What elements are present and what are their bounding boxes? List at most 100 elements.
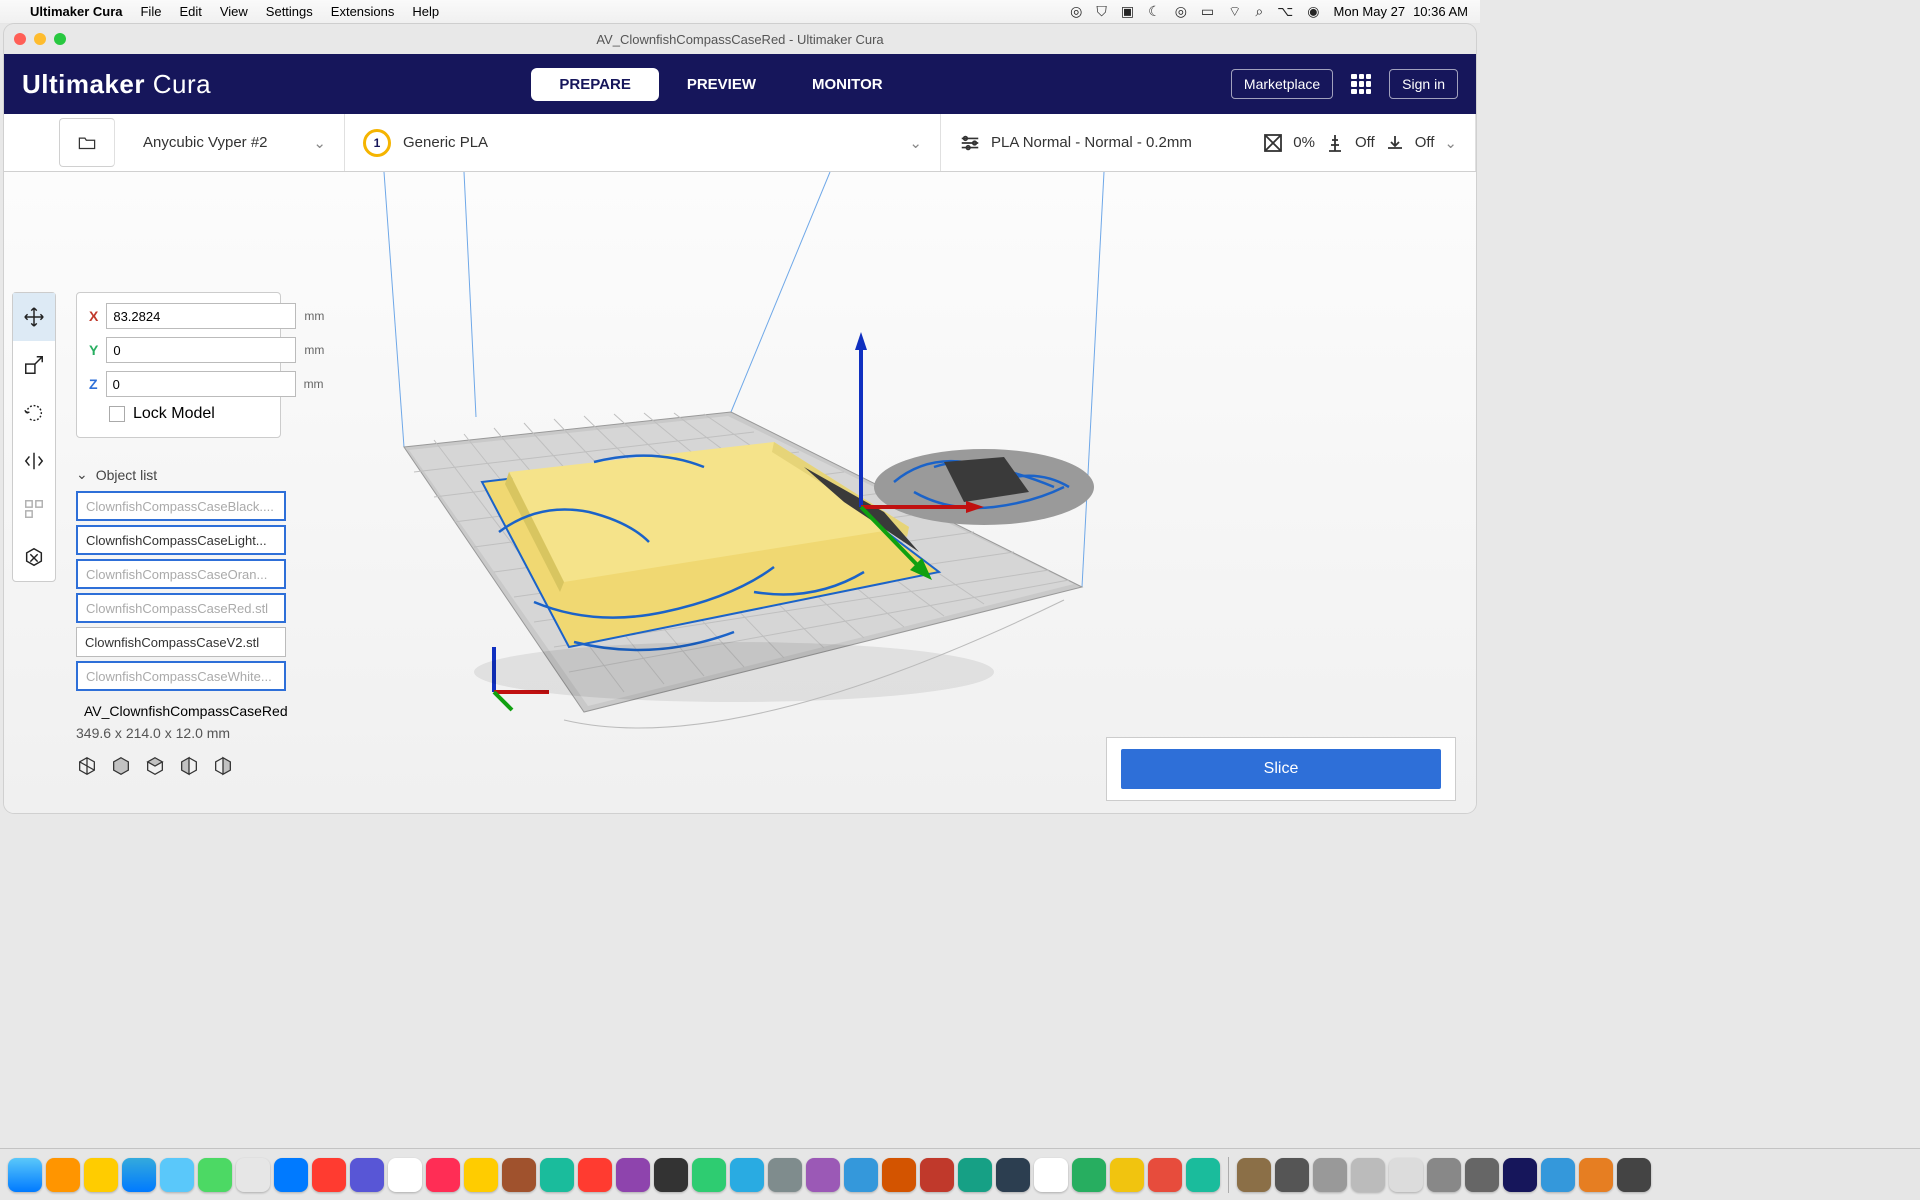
dock-app[interactable] [46,1158,80,1192]
position-x-input[interactable] [106,303,296,329]
menubar-icon-control[interactable]: ⌥ [1277,3,1293,20]
marketplace-button[interactable]: Marketplace [1231,69,1333,99]
lock-model-checkbox[interactable] [109,406,125,422]
dock-app[interactable] [1110,1158,1144,1192]
macos-dock [0,1148,1920,1200]
tool-move[interactable] [13,293,55,341]
menubar-icon-airdrop[interactable]: ◎ [1175,3,1187,20]
dock-app[interactable] [806,1158,840,1192]
tab-prepare[interactable]: PREPARE [531,68,658,101]
object-list-item[interactable]: ClownfishCompassCaseWhite... [76,661,286,691]
window-minimize-button[interactable] [34,33,46,45]
dock-app[interactable] [692,1158,726,1192]
dock-app[interactable] [1541,1158,1575,1192]
dock-app[interactable] [1465,1158,1499,1192]
dock-messages[interactable] [198,1158,232,1192]
menubar-icon-siri[interactable]: ◉ [1307,3,1319,20]
view-right-icon[interactable] [212,755,234,777]
dock-app[interactable] [844,1158,878,1192]
dock-folder[interactable] [1237,1158,1271,1192]
dock-app[interactable] [1186,1158,1220,1192]
dock-trash[interactable] [1617,1158,1651,1192]
menu-settings[interactable]: Settings [266,4,313,19]
window-maximize-button[interactable] [54,33,66,45]
axis-y-label: Y [89,342,98,358]
object-list-item[interactable]: ClownfishCompassCaseRed.stl [76,593,286,623]
tool-rotate[interactable] [13,389,55,437]
menubar-icon-shield[interactable]: ⛉ [1096,3,1107,20]
dock-app[interactable] [350,1158,384,1192]
object-list-header[interactable]: ⌄ Object list [76,466,286,483]
dock-app[interactable] [540,1158,574,1192]
object-list-item[interactable]: ClownfishCompassCaseOran... [76,559,286,589]
object-list-item[interactable]: ClownfishCompassCaseBlack.... [76,491,286,521]
dock-app[interactable] [1148,1158,1182,1192]
menubar-date[interactable]: Mon May 27 [1334,4,1406,19]
menu-extensions[interactable]: Extensions [331,4,395,19]
dock-app[interactable] [958,1158,992,1192]
position-y-input[interactable] [106,337,296,363]
object-list-item[interactable]: ClownfishCompassCaseV2.stl [76,627,286,657]
dock-calendar[interactable] [388,1158,422,1192]
menubar-icon-1[interactable]: ◎ [1070,3,1082,20]
menubar-appname[interactable]: Ultimaker Cura [30,4,122,19]
dock-app[interactable] [882,1158,916,1192]
position-z-input[interactable] [106,371,296,397]
dock-podcasts[interactable] [616,1158,650,1192]
dock-app[interactable] [464,1158,498,1192]
slice-panel: Slice [1106,737,1456,801]
dock-app[interactable] [654,1158,688,1192]
tab-preview[interactable]: PREVIEW [659,68,784,101]
signin-button[interactable]: Sign in [1389,69,1458,99]
dock-app[interactable] [1579,1158,1613,1192]
dock-settings[interactable] [768,1158,802,1192]
dock-appstore[interactable] [730,1158,764,1192]
material-selector[interactable]: 1 Generic PLA ⌄ [345,114,941,171]
dock-app[interactable] [1072,1158,1106,1192]
window-close-button[interactable] [14,33,26,45]
dock-app[interactable] [236,1158,270,1192]
tool-support-blocker[interactable] [13,533,55,581]
dock-app[interactable] [1427,1158,1461,1192]
dock-folder[interactable] [1313,1158,1347,1192]
dock-app[interactable] [274,1158,308,1192]
dock-mail[interactable] [160,1158,194,1192]
dock-cura[interactable] [1503,1158,1537,1192]
tab-monitor[interactable]: MONITOR [784,68,911,101]
menu-help[interactable]: Help [412,4,439,19]
dock-app[interactable] [1034,1158,1068,1192]
slice-button[interactable]: Slice [1121,749,1441,789]
menu-edit[interactable]: Edit [179,4,201,19]
dock-music[interactable] [578,1158,612,1192]
dock-app[interactable] [920,1158,954,1192]
view-front-icon[interactable] [110,755,132,777]
dock-app[interactable] [1389,1158,1423,1192]
tool-mirror[interactable] [13,437,55,485]
view-left-icon[interactable] [178,755,200,777]
dock-finder[interactable] [8,1158,42,1192]
printer-selector[interactable]: Anycubic Vyper #2 ⌄ [125,114,345,171]
menubar-icon-wifi[interactable]: ⌔ [1228,3,1241,21]
plugins-grid-button[interactable] [1347,70,1375,98]
dock-app[interactable] [502,1158,536,1192]
dock-folder[interactable] [1275,1158,1309,1192]
dock-app[interactable] [84,1158,118,1192]
dock-app[interactable] [426,1158,460,1192]
dock-app[interactable] [996,1158,1030,1192]
menu-view[interactable]: View [220,4,248,19]
dock-app[interactable] [312,1158,346,1192]
view-3d-icon[interactable] [76,755,98,777]
tool-scale[interactable] [13,341,55,389]
menubar-time[interactable]: 10:36 AM [1413,4,1468,19]
menubar-icon-search[interactable]: ⌕ [1255,3,1263,20]
open-file-button[interactable] [59,118,115,167]
menu-file[interactable]: File [140,4,161,19]
object-list-item[interactable]: ClownfishCompassCaseLight... [76,525,286,555]
dock-folder[interactable] [1351,1158,1385,1192]
menubar-icon-doc[interactable]: ▣ [1121,3,1134,20]
menubar-icon-battery[interactable]: ▭ [1201,3,1214,20]
print-profile-selector[interactable]: PLA Normal - Normal - 0.2mm 0% Off Off ⌄ [941,114,1476,171]
dock-safari[interactable] [122,1158,156,1192]
menubar-icon-moon[interactable]: ☾ [1148,3,1161,20]
view-top-icon[interactable] [144,755,166,777]
